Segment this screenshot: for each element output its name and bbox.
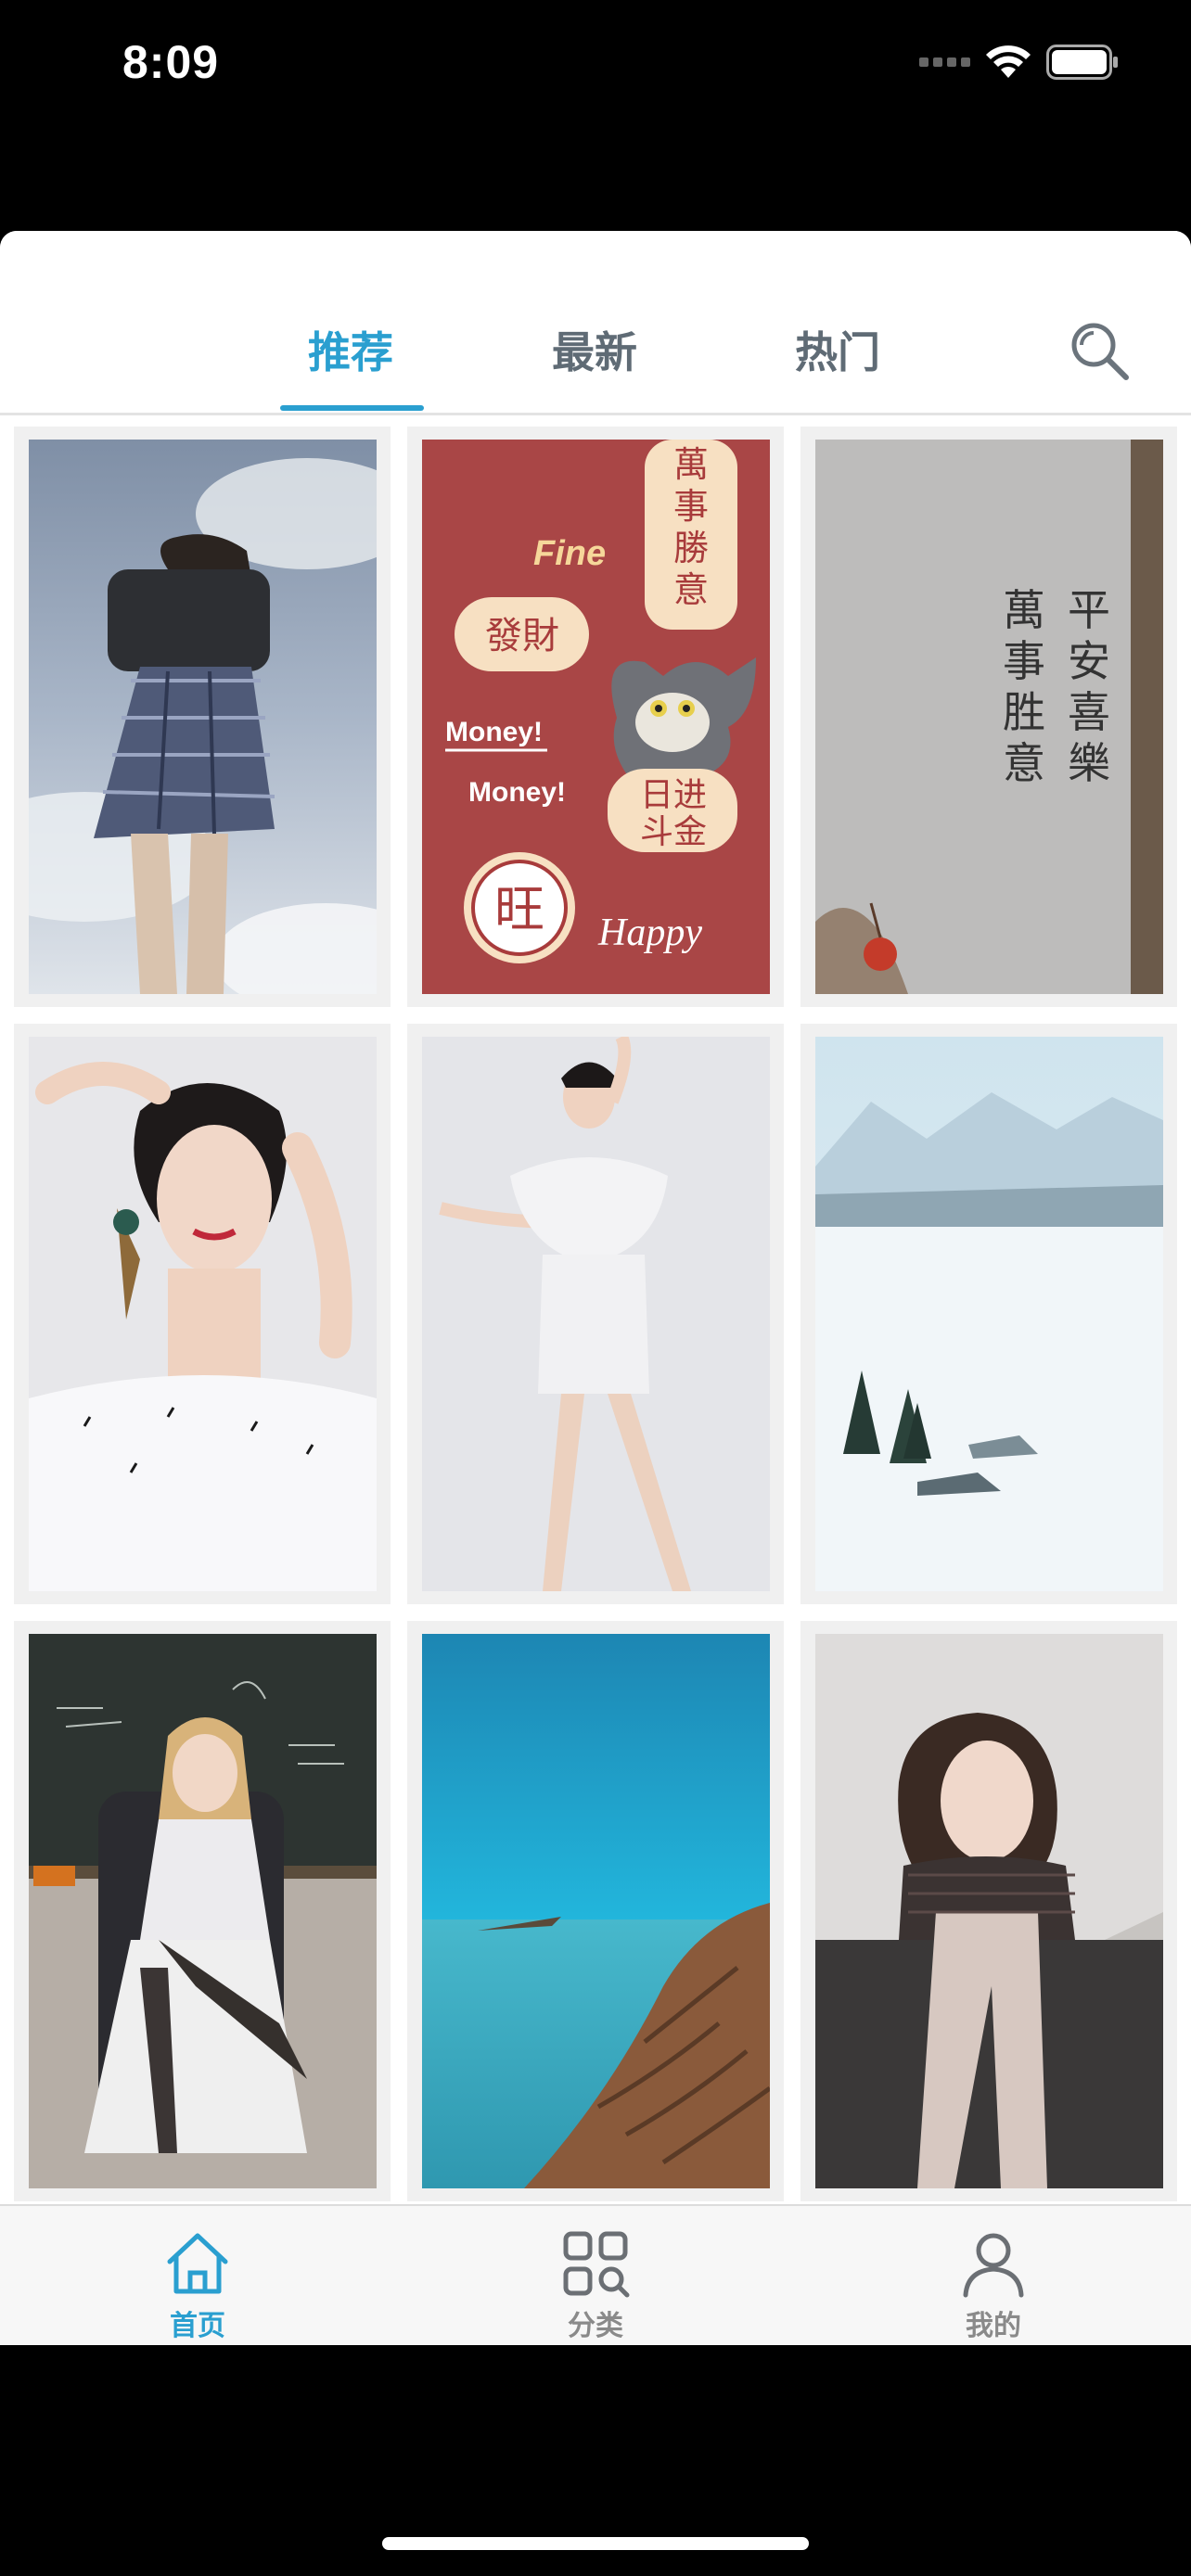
search-icon[interactable] <box>1067 318 1132 383</box>
svg-text:Fine: Fine <box>533 534 606 573</box>
svg-text:萬: 萬 <box>673 444 709 485</box>
wallpaper-card[interactable] <box>14 427 391 1007</box>
svg-text:Money!: Money! <box>445 717 543 747</box>
battery-icon <box>1046 45 1118 80</box>
svg-text:斗金: 斗金 <box>640 813 707 851</box>
nav-home[interactable]: 首页 <box>105 2228 290 2343</box>
svg-text:事: 事 <box>1003 636 1045 686</box>
svg-text:胜: 胜 <box>1003 687 1045 737</box>
cellular-signal-icon <box>919 57 970 67</box>
wallpaper-card[interactable] <box>800 1621 1177 2201</box>
category-icon <box>563 2231 630 2298</box>
svg-text:樂: 樂 <box>1068 738 1110 788</box>
top-tab-bar: 推荐 最新 热门 <box>0 231 1191 415</box>
wallpaper-card[interactable] <box>14 1621 391 2201</box>
wallpaper-card[interactable]: 萬 事 勝 意 Fine 發財 Money! Money! 日进 斗金 旺 Ha… <box>407 427 784 1007</box>
status-time: 8:09 <box>122 36 220 88</box>
wallpaper-image-snowy-landscape <box>815 1037 1163 1591</box>
svg-text:安: 安 <box>1068 636 1110 686</box>
status-icons <box>919 45 1119 80</box>
nav-home-label: 首页 <box>170 2310 225 2342</box>
svg-text:萬: 萬 <box>1003 585 1045 635</box>
nav-category-label: 分类 <box>568 2310 623 2342</box>
wallpaper-card[interactable] <box>407 1621 784 2201</box>
wallpaper-image-calligraphy: 平 安 喜 樂 萬 事 胜 意 <box>815 440 1163 994</box>
active-tab-indicator <box>280 405 424 411</box>
wifi-icon <box>986 45 1031 78</box>
svg-text:日进: 日进 <box>640 776 707 814</box>
wallpaper-card[interactable] <box>407 1024 784 1604</box>
home-icon <box>167 2233 228 2294</box>
profile-icon <box>963 2233 1024 2298</box>
wallpaper-image-tom-cat: 萬 事 勝 意 Fine 發財 Money! Money! 日进 斗金 旺 Ha… <box>422 440 770 994</box>
svg-text:Money!: Money! <box>468 777 566 808</box>
svg-text:平: 平 <box>1068 585 1110 635</box>
svg-text:意: 意 <box>673 569 709 610</box>
app-window: 推荐 最新 热门 萬 事 勝 意 Fine 發財 Money! Money! 日… <box>0 231 1191 2345</box>
wallpaper-image-lake-shore <box>422 1634 770 2188</box>
svg-text:旺: 旺 <box>494 880 544 938</box>
svg-text:Happy: Happy <box>597 912 702 954</box>
tab-latest[interactable]: 最新 <box>520 319 669 380</box>
svg-text:勝: 勝 <box>673 528 709 568</box>
nav-profile[interactable]: 我的 <box>901 2228 1086 2343</box>
svg-text:喜: 喜 <box>1068 687 1110 737</box>
tab-recommended[interactable]: 推荐 <box>276 319 425 380</box>
bottom-navigation: 首页 分类 我的 <box>0 2204 1191 2345</box>
nav-profile-label: 我的 <box>966 2310 1021 2342</box>
wallpaper-image-girl-scarf <box>815 1634 1163 2188</box>
wallpaper-image-anime-girl <box>29 1634 377 2188</box>
nav-category[interactable]: 分类 <box>503 2228 688 2343</box>
wallpaper-image-girl-sky <box>29 440 377 994</box>
tab-popular[interactable]: 热门 <box>763 319 912 380</box>
status-bar: 8:09 <box>0 0 1191 139</box>
wallpaper-image-woman-dress <box>422 1037 770 1591</box>
home-indicator[interactable] <box>382 2537 809 2550</box>
wallpaper-card[interactable]: 平 安 喜 樂 萬 事 胜 意 <box>800 427 1177 1007</box>
svg-text:事: 事 <box>673 486 709 527</box>
svg-text:發財: 發財 <box>485 615 559 657</box>
wallpaper-card[interactable] <box>14 1024 391 1604</box>
wallpaper-card[interactable] <box>800 1024 1177 1604</box>
wallpaper-image-woman-closeup <box>29 1037 377 1591</box>
svg-text:意: 意 <box>1003 738 1045 788</box>
